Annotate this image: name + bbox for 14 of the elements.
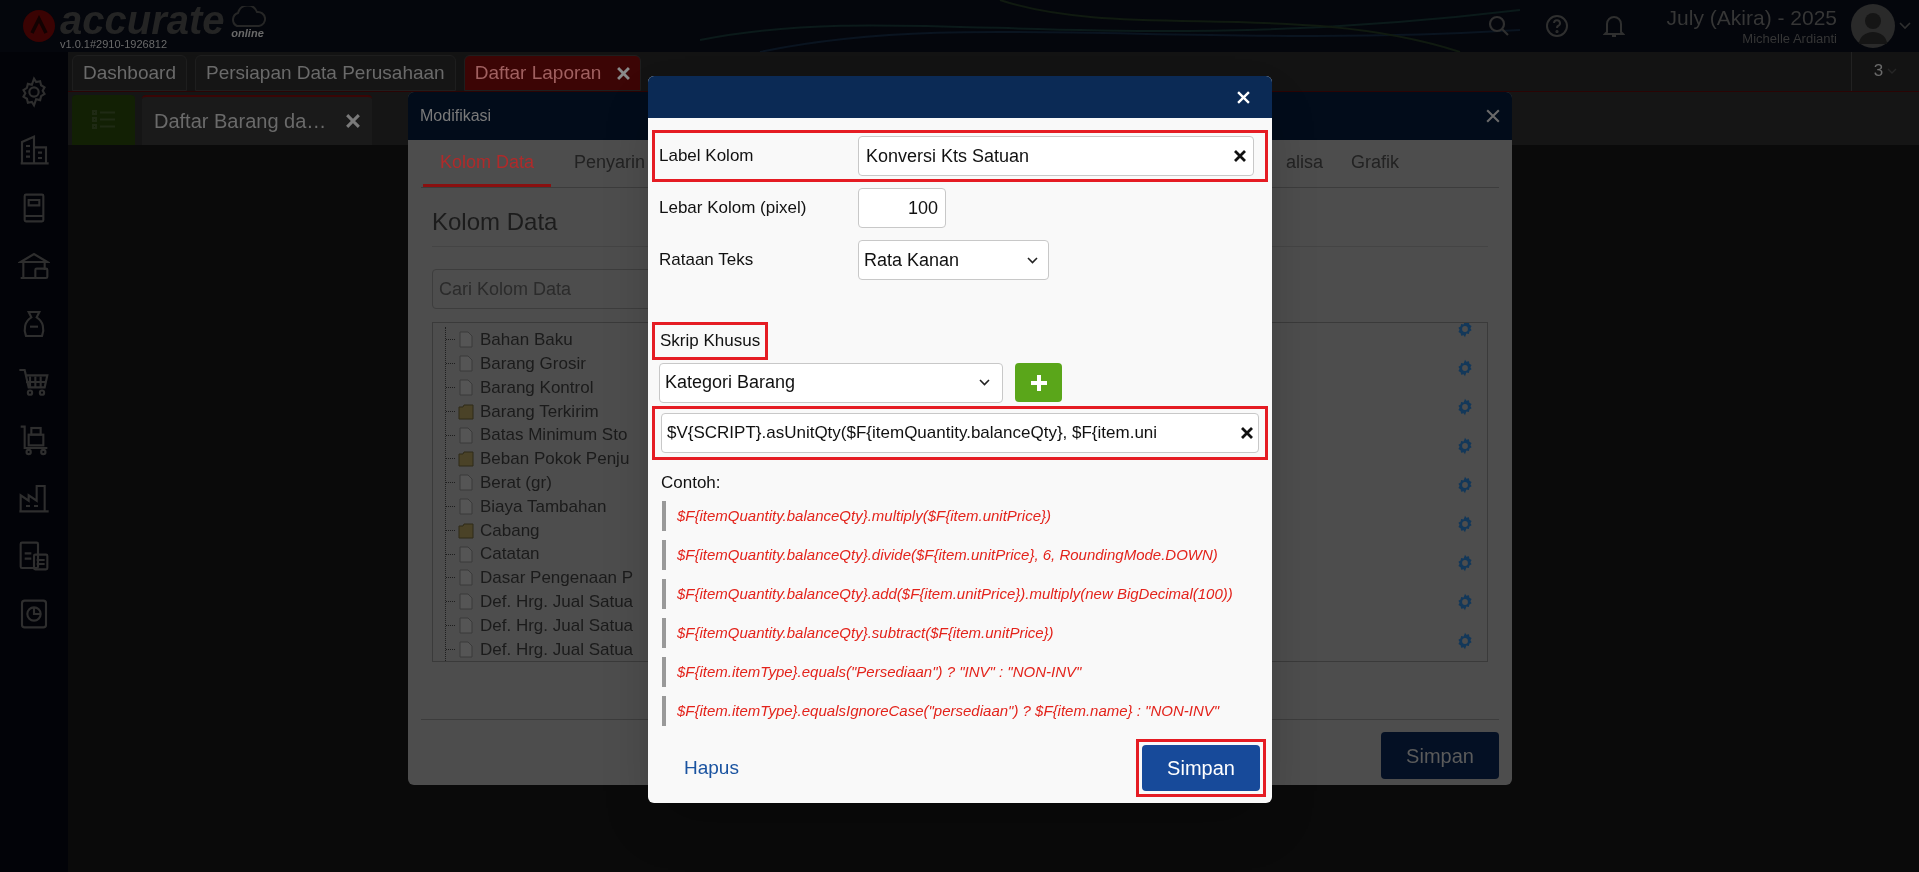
field-label: Lebar Kolom (pixel) xyxy=(658,197,808,220)
version-text: v1.0.1#2910-1926812 xyxy=(60,39,169,50)
field-label: Rataan Teks xyxy=(658,249,755,272)
example-script: $F{item.itemType}.equals("Persediaan") ? "INV" : "NON-INV" xyxy=(677,662,1083,682)
example-script: $F{itemQuantity.balanceQty}.subtract($F{item.unitPrice}) xyxy=(677,623,1055,643)
field-label: Label Kolom xyxy=(658,145,755,168)
field-label: Skrip Khusus xyxy=(660,331,761,350)
dialog-title: Modifikasi xyxy=(420,106,492,126)
logo-subtitle: online xyxy=(231,27,264,39)
example-script: $F{itemQuantity.balanceQty}.add($F{item.unitPrice}).multiply(new BigDecimal(100)) xyxy=(677,584,1234,604)
examples-label: Contoh: xyxy=(660,471,722,494)
example-script: $F{itemQuantity.balanceQty}.multiply($F{item.unitPrice}) xyxy=(677,506,1053,526)
example-script: $F{itemQuantity.balanceQty}.divide($F{item.unitPrice}, 6, RoundingMode.DOWN) xyxy=(677,545,1219,565)
example-script: $F{item.itemType}.equalsIgnoreCase("persediaan") ? $F{item.name} : "NON-INV" xyxy=(677,701,1221,721)
